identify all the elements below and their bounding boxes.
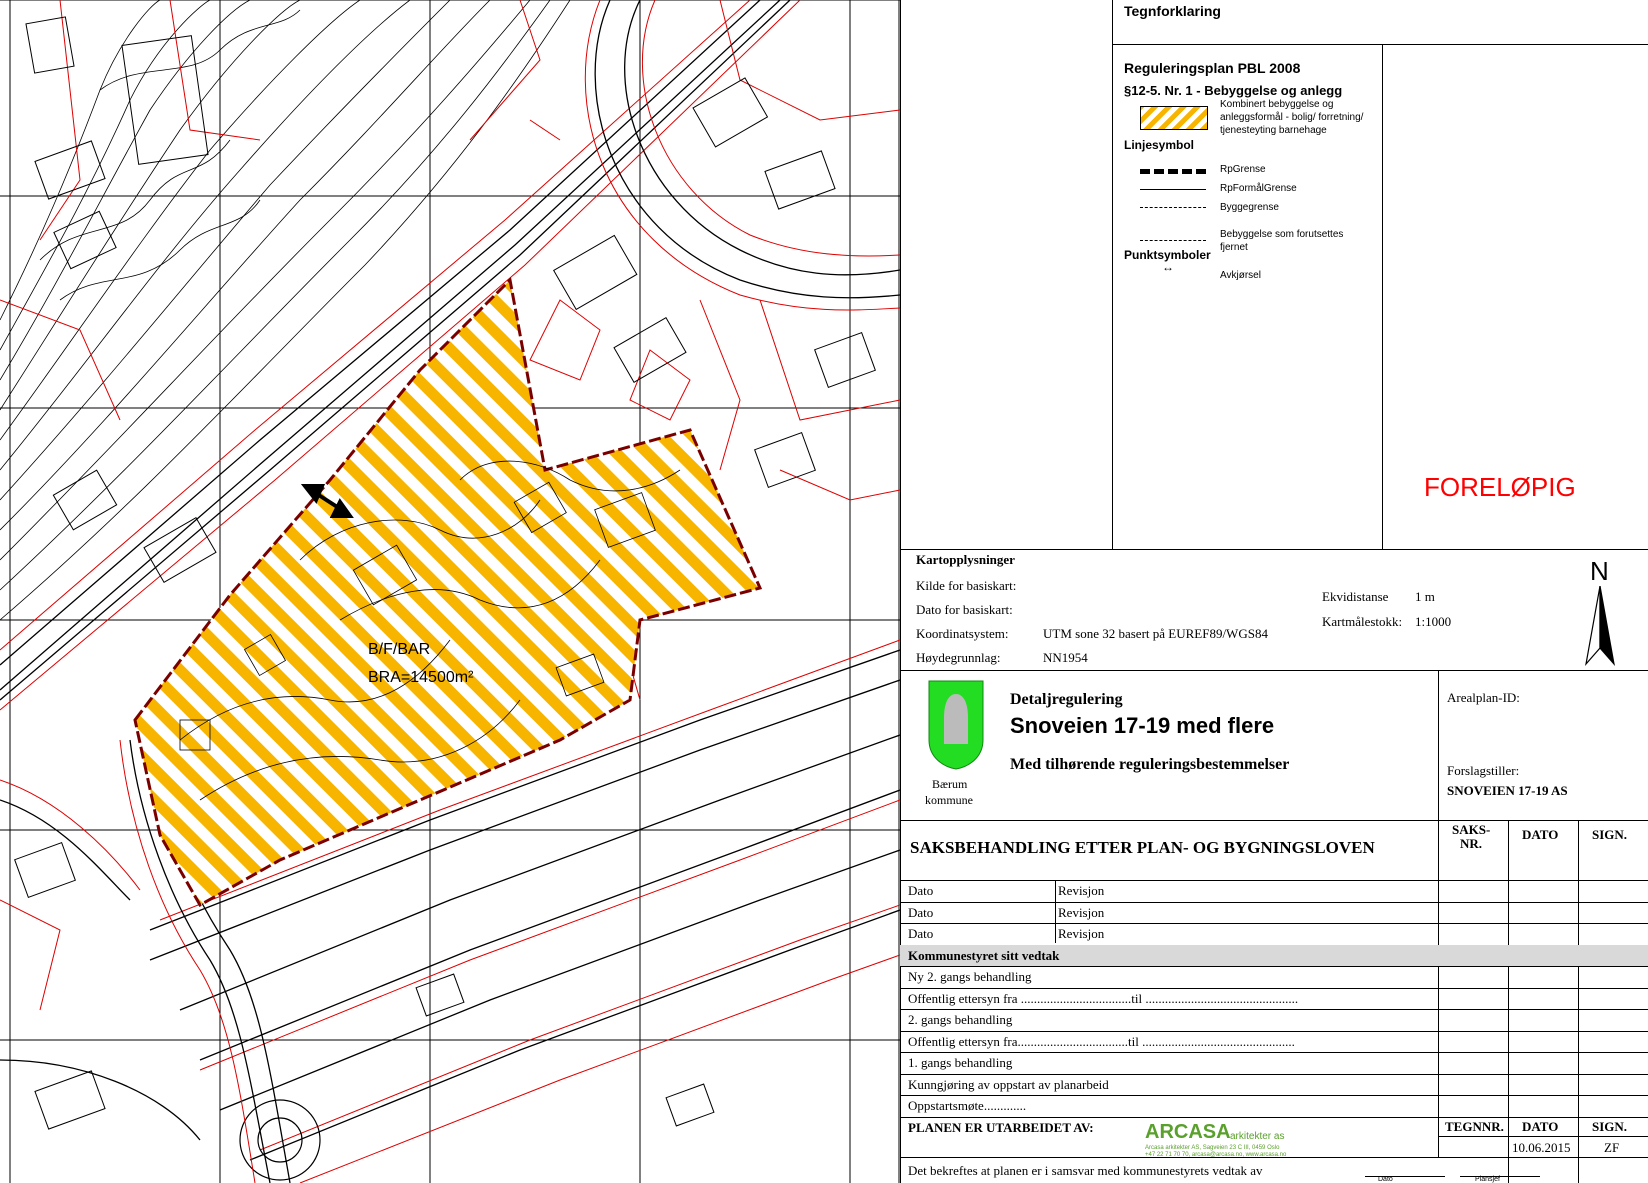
legend-section: §12-5. Nr. 1 - Bebyggelse og anlegg — [1124, 83, 1343, 98]
col-sign-footer: SIGN. — [1592, 1119, 1628, 1134]
sig-label-plansjef: Plansjef — [1475, 1176, 1500, 1183]
plan-name: Snoveien 17-19 med flere — [1010, 713, 1275, 738]
plan-subtitle: Med tilhørende reguleringsbestemmelser — [1010, 756, 1290, 773]
legend-zone-desc-2: anleggsformål - bolig/ forretning/ — [1220, 112, 1364, 123]
company-line-1: Arcasa arkitekter AS, Sagveien 23 C III,… — [1145, 1145, 1280, 1151]
legend-line-demolish-2: fjernet — [1220, 242, 1248, 253]
rpformal-line-icon — [1140, 189, 1206, 190]
table-row-label: Ny 2. gangs behandling — [908, 969, 1032, 984]
avkjorsel-arrow-icon: ↔ — [1162, 260, 1174, 274]
legend-line-heading: Linjesymbol — [1124, 138, 1195, 152]
table-row-label: Offentlig ettersyn fra..................… — [908, 1033, 1295, 1049]
footer-date-value: 10.06.2015 — [1512, 1140, 1571, 1155]
roundabout — [239, 1099, 321, 1181]
legend-line-rpformal: RpFormålGrense — [1220, 183, 1297, 194]
company-logo: ARCASA — [1145, 1121, 1231, 1143]
municipality-logo — [928, 680, 984, 770]
forslagstiller-value: SNOVEIEN 17-19 AS — [1447, 783, 1568, 798]
kart-hoyde-value: NN1954 — [1043, 650, 1088, 665]
rpgrense-line-icon — [1140, 169, 1206, 174]
arealplan-id-label: Arealplan-ID: — [1447, 690, 1520, 705]
legend-title: Tegnforklaring — [1124, 3, 1221, 19]
kart-koord-value: UTM sone 32 basert på EUREF89/WGS84 — [1043, 626, 1268, 641]
legend-panel: Tegnforklaring Reguleringsplan PBL 2008 … — [900, 0, 1648, 1183]
table-row-revision: Revisjon — [1058, 926, 1105, 941]
kart-scale-label: Kartmålestokk: — [1322, 614, 1403, 629]
company-suffix: arkitekter as — [1230, 1131, 1285, 1142]
legend-zone-swatch — [1140, 106, 1208, 130]
table-row-label: 1. gangs behandling — [908, 1055, 1013, 1070]
legend-zone-desc-3: tjenesteyting barnehage — [1220, 125, 1327, 136]
table-row-label: Kommunestyret sitt vedtak — [908, 947, 1060, 963]
table-row-revision: Revisjon — [1058, 904, 1105, 920]
legend-line-byggegrense: Byggegrense — [1220, 202, 1279, 213]
table-row-label: Dato — [908, 926, 934, 941]
table-row-label: Offentlig ettersyn fra .................… — [908, 990, 1299, 1006]
demolish-line-icon — [1140, 240, 1206, 241]
zoning-map: B/F/BAR BRA=14500m² — [0, 0, 900, 1183]
road-ne — [594, 0, 900, 299]
col-dato: DATO — [1522, 827, 1559, 842]
col-sign: SIGN. — [1592, 827, 1628, 842]
table-row-label: Oppstartsmøte............. — [908, 1098, 1027, 1113]
plan-type: Detaljregulering — [1010, 691, 1123, 708]
municipality-name-1: Bærum — [932, 777, 968, 791]
table-row-label: Kunngjøring av oppstart av planarbeid — [908, 1076, 1109, 1092]
north-arrow-icon — [1585, 586, 1615, 666]
kart-kilde-label: Kilde for basiskart: — [916, 578, 1017, 593]
development-area — [133, 276, 763, 908]
kart-scale-value: 1:1000 — [1415, 614, 1452, 629]
table-row-revision: Revisjon — [1058, 883, 1105, 898]
legend-line-rpgrense: RpGrense — [1220, 164, 1266, 175]
certify-text: Det bekreftes at planen er i samsvar med… — [908, 1163, 1263, 1178]
table-row-label: Dato — [908, 904, 934, 920]
kart-dato-label: Dato for basiskart: — [916, 602, 1013, 617]
kart-koord-label: Koordinatsystem: — [916, 626, 1009, 641]
status-stamp: FORELØPIG — [1424, 472, 1576, 502]
area-label: B/F/BAR — [368, 641, 430, 658]
legend-zone-desc-1: Kombinert bebyggelse og — [1220, 99, 1334, 110]
byggegrense-line-icon — [1140, 207, 1206, 208]
col-tegnnr: TEGNNR. — [1445, 1119, 1504, 1134]
kart-hoyde-label: Høydegrunnlag: — [916, 650, 1001, 665]
area-bra-label: BRA=14500m² — [368, 669, 474, 686]
legend-point-avkjorsel: Avkjørsel — [1220, 270, 1261, 281]
kart-heading: Kartopplysninger — [916, 552, 1015, 567]
legend-plan-title: Reguleringsplan PBL 2008 — [1124, 60, 1301, 76]
col-dato-footer: DATO — [1522, 1119, 1559, 1134]
saksbehandling-heading: SAKSBEHANDLING ETTER PLAN- OG BYGNINGSLO… — [910, 838, 1375, 857]
table-row-label: 2. gangs behandling — [908, 1012, 1013, 1027]
north-label: N — [1590, 556, 1609, 586]
table-row-label: Dato — [908, 883, 934, 898]
municipality-name-2: kommune — [925, 793, 973, 807]
prepared-by-label: PLANEN ER UTARBEIDET AV: — [908, 1120, 1094, 1135]
forslagstiller-label: Forslagstiller: — [1447, 763, 1520, 778]
col-saksnr-2: NR. — [1460, 836, 1483, 851]
sig-label-dato: Dato — [1378, 1176, 1393, 1183]
kart-ekvi-value: 1 m — [1415, 589, 1435, 604]
kart-ekvi-label: Ekvidistanse — [1322, 589, 1389, 604]
footer-sign-value: ZF — [1604, 1140, 1620, 1155]
legend-line-demolish-1: Bebyggelse som forutsettes — [1220, 229, 1344, 240]
